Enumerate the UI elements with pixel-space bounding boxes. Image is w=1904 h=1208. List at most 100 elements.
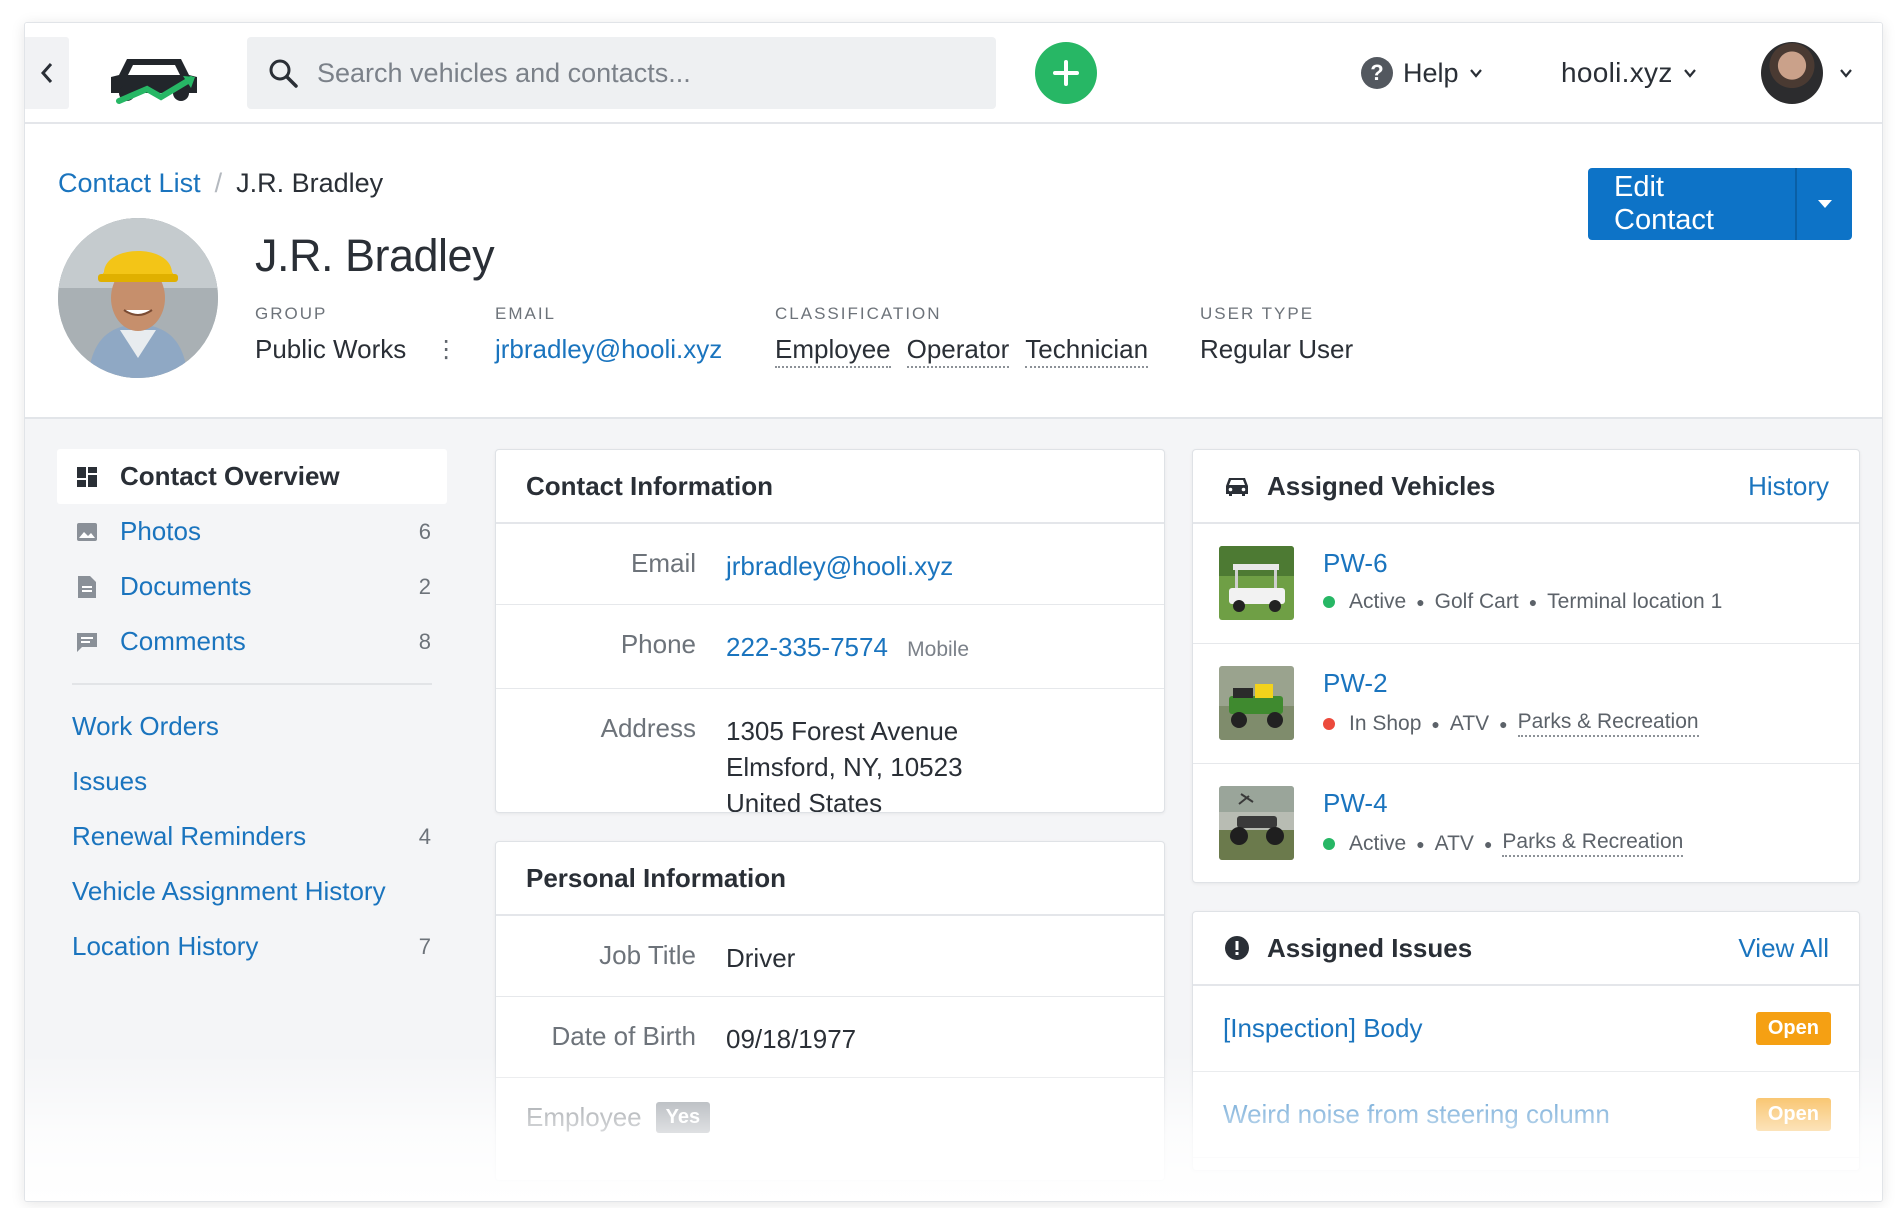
group-value-row: Public Works ⋮ (255, 334, 458, 365)
app-window: ? Help hooli.xyz Contact List / J.R. Bra… (24, 22, 1883, 1202)
sidebar-item-label: Vehicle Assignment History (72, 876, 386, 906)
assigned-vehicles-card: Assigned Vehicles History PW-6 Active ● … (1192, 449, 1860, 883)
help-menu[interactable]: ? Help (1361, 51, 1483, 95)
vehicle-location[interactable]: Parks & Recreation (1502, 830, 1684, 857)
chevron-down-icon (1683, 69, 1696, 78)
phone-type: Mobile (907, 638, 970, 661)
kebab-icon[interactable]: ⋮ (434, 335, 458, 364)
item-count: 2 (418, 573, 431, 599)
sidebar-item-label: Photos (120, 516, 201, 546)
sidebar-item-renewal-reminders[interactable]: Renewal Reminders 4 (57, 809, 447, 864)
sidebar-item-documents[interactable]: Documents 2 (57, 559, 447, 614)
breadcrumb-separator: / (214, 168, 223, 198)
sidebar-item-label: Renewal Reminders (72, 821, 307, 851)
chevron-left-icon (40, 63, 53, 83)
issue-title[interactable]: Weird noise from steering column (1223, 1099, 1610, 1130)
vehicle-photo (1219, 666, 1294, 740)
sidebar-item-vehicle-assignment-history[interactable]: Vehicle Assignment History (57, 864, 447, 919)
card-title: Assigned Issues (1267, 932, 1473, 963)
breadcrumb-current: J.R. Bradley (236, 168, 384, 198)
vehicle-name[interactable]: PW-4 (1323, 788, 1388, 819)
contact-information-card: Contact Information Email jrbradley@hool… (495, 449, 1165, 813)
search-bar[interactable] (247, 37, 996, 109)
email-field: EMAIL jrbradley@hooli.xyz (495, 304, 722, 365)
vehicle-meta: Active ● ATV ● Parks & Recreation (1323, 830, 1684, 857)
vehicle-row[interactable]: PW-2 In Shop ● ATV ● Parks & Recreation (1193, 644, 1859, 764)
vehicle-meta: In Shop ● ATV ● Parks & Recreation (1323, 710, 1699, 737)
sidebar-item-label: Location History (72, 931, 259, 961)
side-nav: Contact Overview Photos 6 Documents 2 Co… (57, 449, 447, 974)
sidebar-item-label: Work Orders (72, 711, 219, 741)
caret-down-icon (1817, 200, 1832, 208)
user-type-value: Regular User (1200, 334, 1354, 364)
question-icon: ? (1361, 57, 1393, 89)
classification-field: CLASSIFICATION Employee Operator Technic… (775, 304, 1149, 368)
history-link[interactable]: History (1748, 471, 1829, 502)
phone-link[interactable]: 222-335-7574 (726, 632, 888, 662)
vehicle-location[interactable]: Parks & Recreation (1517, 710, 1699, 737)
sidebar-item-comments[interactable]: Comments 8 (57, 614, 447, 669)
vehicle-status: Active (1349, 831, 1407, 855)
org-switcher[interactable]: hooli.xyz (1561, 51, 1697, 95)
breadcrumb-contact-list[interactable]: Contact List (58, 168, 201, 199)
field-label: Employee (526, 1102, 642, 1132)
classification-tag[interactable]: Technician (1025, 334, 1149, 368)
sidebar-item-label: Issues (72, 766, 148, 796)
sidebar-item-label: Contact Overview (120, 461, 340, 491)
image-icon (74, 519, 100, 545)
edit-contact-button[interactable]: Edit Contact (1588, 168, 1795, 240)
vehicle-name[interactable]: PW-6 (1323, 548, 1388, 579)
add-button[interactable] (1035, 42, 1097, 104)
chevron-down-icon (1840, 69, 1852, 78)
vehicle-type: ATV (1449, 711, 1490, 735)
bullet-separator: ● (1528, 594, 1538, 610)
sidebar-item-work-orders[interactable]: Work Orders (57, 699, 447, 754)
app-logo[interactable] (105, 49, 203, 105)
contact-photo (58, 218, 218, 378)
issue-row[interactable]: Weird noise from steering column Open (1193, 1072, 1859, 1158)
back-button[interactable] (25, 37, 69, 109)
classification-tag[interactable]: Employee (775, 334, 891, 368)
personal-information-card: Personal Information Job Title Driver Da… (495, 841, 1165, 1181)
user-type-field: USER TYPE Regular User (1200, 304, 1353, 365)
group-value: Public Works (255, 334, 407, 364)
card-header: Assigned Issues View All (1193, 912, 1859, 986)
email-link[interactable]: jrbradley@hooli.xyz (726, 548, 953, 584)
edit-contact-group: Edit Contact (1588, 168, 1852, 240)
breadcrumb: Contact List / J.R. Bradley (58, 168, 383, 199)
classification-tag[interactable]: Operator (906, 334, 1010, 368)
sidebar-item-photos[interactable]: Photos 6 (57, 504, 447, 559)
vehicle-row[interactable]: PW-6 Active ● Golf Cart ● Terminal locat… (1193, 524, 1859, 644)
user-avatar (1761, 42, 1823, 104)
assigned-issues-card: Assigned Issues View All [Inspection] Bo… (1192, 911, 1860, 1171)
email-row: Email jrbradley@hooli.xyz (496, 524, 1164, 605)
dob-row: Date of Birth 09/18/1977 (496, 997, 1164, 1078)
top-nav: ? Help hooli.xyz (25, 23, 1882, 124)
vehicle-name[interactable]: PW-2 (1323, 668, 1388, 699)
dob-value: 09/18/1977 (726, 1024, 857, 1054)
org-name: hooli.xyz (1561, 57, 1673, 88)
issue-title[interactable]: [Inspection] Body (1223, 1013, 1422, 1044)
view-all-link[interactable]: View All (1738, 933, 1829, 964)
user-menu[interactable] (1761, 42, 1853, 104)
card-title: Assigned Vehicles (1267, 470, 1496, 501)
sidebar-item-location-history[interactable]: Location History 7 (57, 919, 447, 974)
job-title-value: Driver (726, 943, 796, 973)
job-title-row: Job Title Driver (496, 916, 1164, 997)
user-type-label: USER TYPE (1200, 304, 1315, 323)
plus-icon (1053, 60, 1079, 86)
vehicle-row[interactable]: PW-4 Active ● ATV ● Parks & Recreation (1193, 764, 1859, 882)
dashboard-icon (74, 464, 100, 490)
card-header: Assigned Vehicles History (1193, 450, 1859, 524)
issue-row[interactable]: [Inspection] Body Open (1193, 986, 1859, 1072)
sidebar-item-issues[interactable]: Issues (57, 754, 447, 809)
email-link[interactable]: jrbradley@hooli.xyz (495, 334, 722, 365)
sidebar-item-contact-overview[interactable]: Contact Overview (57, 449, 447, 504)
search-input[interactable] (317, 57, 967, 89)
email-label: EMAIL (495, 304, 557, 323)
bullet-separator: ● (1416, 835, 1425, 852)
document-icon (74, 574, 100, 600)
edit-options-dropdown[interactable] (1795, 168, 1852, 240)
contact-avatar (58, 218, 218, 378)
vehicle-status: Active (1349, 590, 1407, 613)
